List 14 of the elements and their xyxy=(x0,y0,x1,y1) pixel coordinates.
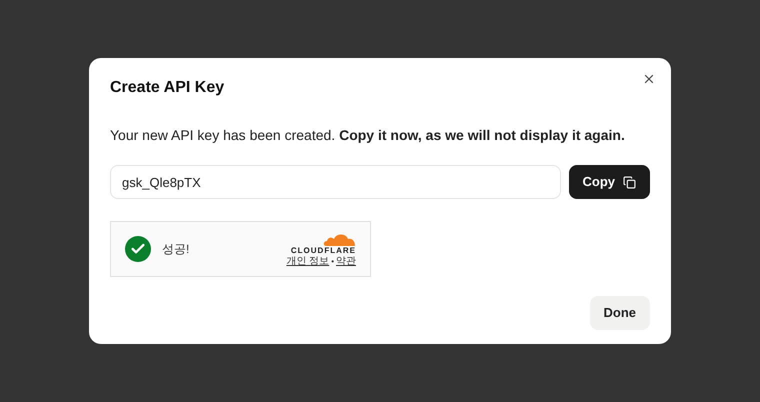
close-button[interactable] xyxy=(642,72,656,86)
privacy-link[interactable]: 개인 정보 xyxy=(286,256,330,266)
copy-button[interactable]: Copy xyxy=(568,165,650,199)
terms-link[interactable]: 약관 xyxy=(336,256,356,266)
done-button[interactable]: Done xyxy=(590,296,650,330)
dialog-message: Your new API key has been created. Copy it now, as we will not display it again. xyxy=(110,126,626,145)
dialog-title: Create API Key xyxy=(110,78,226,98)
captcha-status: 성공! xyxy=(162,241,190,258)
brand-name: CLOUDFLARE xyxy=(290,246,356,256)
copy-icon xyxy=(623,176,636,188)
api-key-field[interactable]: gsk_Qle8pTX xyxy=(110,165,560,199)
close-icon xyxy=(642,72,656,86)
cloud-logo-icon xyxy=(322,232,356,246)
link-separator: • xyxy=(331,256,334,266)
